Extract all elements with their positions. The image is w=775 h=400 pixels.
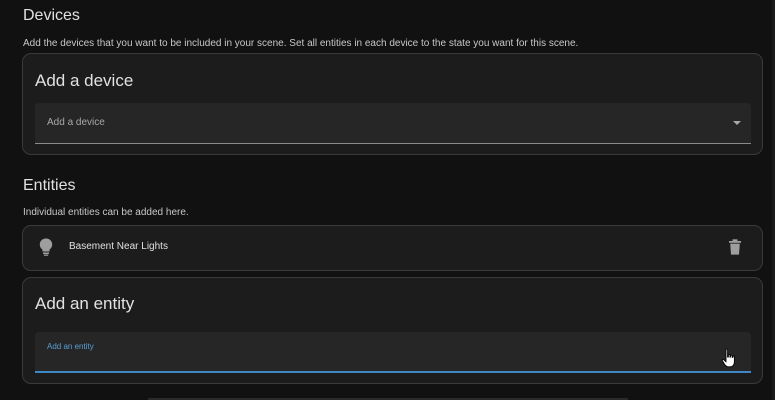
add-device-select[interactable]: Add a device (35, 103, 751, 144)
delete-icon[interactable] (728, 239, 742, 255)
add-entity-card: Add an entity Add an entity (22, 277, 763, 384)
scene-editor-page: Devices Add the devices that you want to… (0, 0, 775, 400)
add-entity-card-title: Add an entity (35, 294, 135, 313)
entity-row[interactable]: Basement Near Lights (22, 225, 763, 271)
add-device-card: Add a device Add a device (22, 53, 763, 155)
add-entity-input[interactable]: Add an entity (35, 332, 751, 373)
devices-description: Add the devices that you want to be incl… (23, 38, 579, 49)
hand-pointer-icon (721, 348, 735, 368)
devices-heading: Devices (23, 7, 80, 24)
entity-name: Basement Near Lights (69, 241, 168, 252)
add-device-card-title: Add a device (35, 71, 134, 90)
dropdown-arrow-icon[interactable] (733, 121, 741, 125)
lightbulb-icon (39, 238, 53, 256)
field-underline (35, 143, 751, 144)
entities-heading: Entities (23, 177, 76, 194)
entities-description: Individual entities can be added here. (23, 207, 189, 218)
add-entity-field-label: Add an entity (47, 342, 94, 351)
add-device-field-label: Add a device (47, 117, 105, 128)
field-underline-focused (35, 371, 751, 373)
